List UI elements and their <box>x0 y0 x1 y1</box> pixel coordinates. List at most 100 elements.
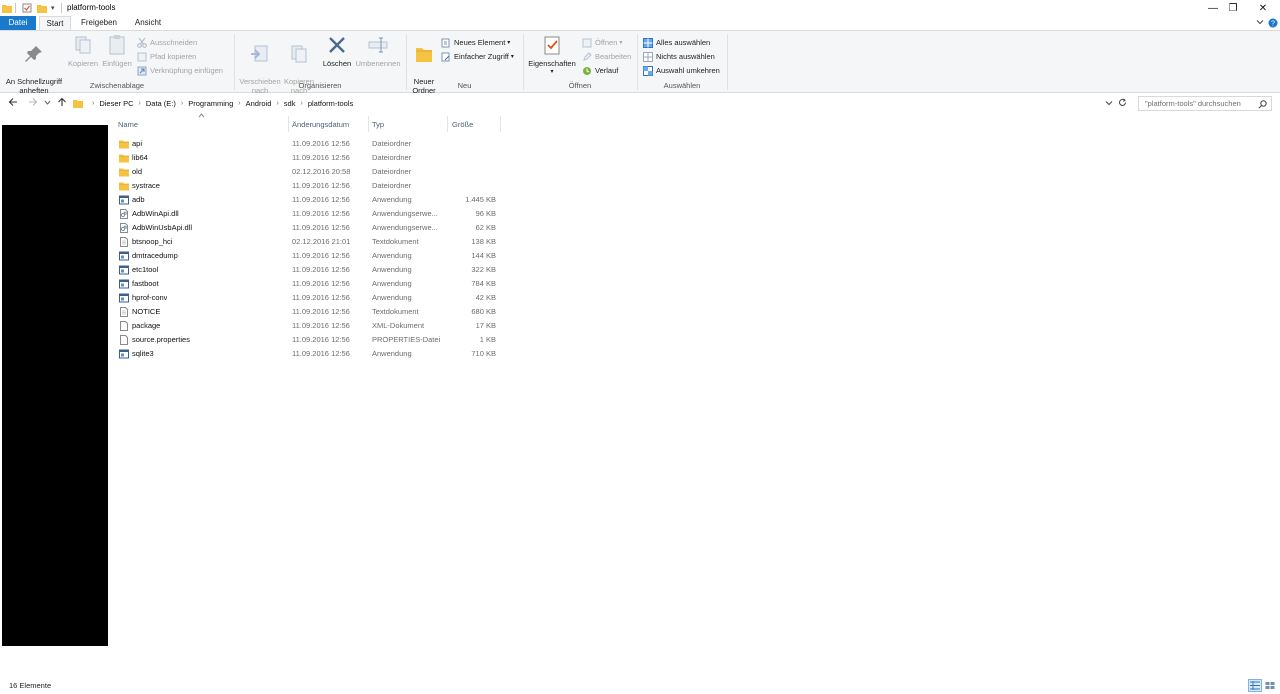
file-row[interactable]: AdbWinUsbApi.dll 11.09.2016 12:56 Anwendun… <box>116 221 500 235</box>
copy-to-icon <box>291 45 307 63</box>
file-type: Anwendungserwe... <box>372 209 438 218</box>
folder-icon <box>119 167 129 177</box>
properties-button[interactable]: Eigenschaften ▾ <box>526 34 578 77</box>
file-date: 11.09.2016 12:56 <box>292 279 350 288</box>
breadcrumb-programming[interactable]: Programming <box>188 99 233 108</box>
file-row[interactable]: source.properties 11.09.2016 12:56 PROPERT… <box>116 333 500 347</box>
paste-shortcut-icon <box>137 66 147 75</box>
breadcrumb-this-pc[interactable]: Dieser PC <box>99 99 133 108</box>
column-header-size[interactable]: Größe <box>452 116 473 132</box>
tab-file[interactable]: Datei <box>0 16 36 30</box>
breadcrumb-separator-icon[interactable]: › <box>300 100 302 107</box>
folder-icon <box>119 153 129 163</box>
rename-button[interactable]: Umbenennen <box>353 34 403 68</box>
folder-icon <box>119 139 129 149</box>
file-size: 1 KB <box>479 335 496 344</box>
file-size: 17 KB <box>475 321 496 330</box>
paste-label: Einfügen <box>102 59 132 68</box>
breadcrumb-separator-icon[interactable]: › <box>276 100 278 107</box>
open-button[interactable]: Öffnen ▾ <box>582 36 622 49</box>
address-history-chevron-icon[interactable] <box>1105 99 1113 110</box>
breadcrumb-separator-icon[interactable]: › <box>238 100 240 107</box>
cut-button[interactable]: Ausschneiden <box>137 36 197 49</box>
breadcrumb-android[interactable]: Android <box>246 99 272 108</box>
file-row[interactable]: lib64 11.09.2016 12:56 Dateiordner <box>116 151 500 165</box>
pin-icon <box>25 46 42 62</box>
file-row[interactable]: sqlite3 11.09.2016 12:56 Anwendung 710 KB <box>116 347 500 361</box>
address-bar[interactable]: › Dieser PC › Data (E:) › Programming › … <box>70 96 1130 111</box>
file-name: dmtracedump <box>132 251 178 260</box>
column-header-date[interactable]: Änderungsdatum <box>292 116 349 132</box>
search-icon[interactable] <box>1258 100 1267 111</box>
up-arrow-icon[interactable] <box>57 97 67 110</box>
select-none-button[interactable]: Nichts auswählen <box>643 50 715 63</box>
column-divider[interactable] <box>368 116 369 132</box>
invert-selection-button[interactable]: Auswahl umkehren <box>643 64 720 77</box>
breadcrumb-drive[interactable]: Data (E:) <box>146 99 176 108</box>
file-row[interactable]: hprof-conv 11.09.2016 12:56 Anwendung 42 KB <box>116 291 500 305</box>
file-row[interactable]: adb 11.09.2016 12:56 Anwendung 1.445 KB <box>116 193 500 207</box>
file-row[interactable]: old 02.12.2016 20:58 Dateiordner <box>116 165 500 179</box>
column-divider[interactable] <box>500 116 501 132</box>
properties-label: Eigenschaften <box>528 59 576 68</box>
details-view-icon[interactable] <box>1248 679 1262 692</box>
file-type: Dateiordner <box>372 153 412 162</box>
copy-button[interactable]: Kopieren <box>66 34 100 68</box>
properties-quick-icon[interactable] <box>22 2 32 14</box>
file-name: sqlite3 <box>132 349 154 358</box>
customize-toolbar-icon[interactable]: ▾ <box>51 2 55 14</box>
file-row[interactable]: etc1tool 11.09.2016 12:56 Anwendung 322 KB <box>116 263 500 277</box>
tab-start[interactable]: Start <box>39 16 71 30</box>
file-row[interactable]: btsnoop_hci 02.12.2016 21:01 Textdokument 1… <box>116 235 500 249</box>
new-folder-quick-icon[interactable] <box>37 2 47 14</box>
column-header-name[interactable]: Name <box>118 116 138 132</box>
file-row[interactable]: dmtracedump 11.09.2016 12:56 Anwendung 144 … <box>116 249 500 263</box>
restore-button[interactable]: ❐ <box>1218 0 1248 16</box>
edit-button[interactable]: Bearbeiten <box>582 50 631 63</box>
forward-arrow-icon[interactable] <box>28 97 38 110</box>
file-row[interactable]: package 11.09.2016 12:56 XML-Dokument 17 KB <box>116 319 500 333</box>
recent-locations-chevron-icon[interactable] <box>44 99 51 108</box>
breadcrumb-separator-icon[interactable]: › <box>92 100 94 107</box>
file-size: 784 KB <box>471 279 496 288</box>
select-all-button[interactable]: Alles auswählen <box>643 36 710 49</box>
select-none-label: Nichts auswählen <box>656 52 715 61</box>
dll-icon <box>119 223 129 233</box>
large-icons-view-icon[interactable] <box>1263 679 1277 692</box>
history-button[interactable]: Verlauf <box>582 64 618 77</box>
breadcrumb-sdk[interactable]: sdk <box>284 99 296 108</box>
file-name: package <box>132 321 161 330</box>
back-arrow-icon[interactable] <box>8 97 18 110</box>
file-date: 11.09.2016 12:56 <box>292 251 350 260</box>
delete-button[interactable]: Löschen <box>320 34 354 68</box>
file-row[interactable]: AdbWinApi.dll 11.09.2016 12:56 Anwendungse… <box>116 207 500 221</box>
expand-ribbon-icon[interactable] <box>1256 18 1264 28</box>
close-button[interactable]: ✕ <box>1248 0 1278 16</box>
new-item-button[interactable]: Neues Element ▾ <box>441 36 510 49</box>
cut-label: Ausschneiden <box>150 38 198 47</box>
search-input[interactable]: "platform-tools" durchsuchen <box>1138 96 1272 111</box>
help-icon[interactable]: ? <box>1268 18 1278 30</box>
status-item-count: 16 Elemente <box>9 681 52 690</box>
column-header-type[interactable]: Typ <box>372 116 384 132</box>
breadcrumb-separator-icon[interactable]: › <box>139 100 141 107</box>
easy-access-button[interactable]: Einfacher Zugriff ▾ <box>441 50 514 63</box>
file-row[interactable]: systrace 11.09.2016 12:56 Dateiordner <box>116 179 500 193</box>
column-divider[interactable] <box>288 116 289 132</box>
file-row[interactable]: fastboot 11.09.2016 12:56 Anwendung 784 KB <box>116 277 500 291</box>
file-size: 42 KB <box>475 293 496 302</box>
file-row[interactable]: NOTICE 11.09.2016 12:56 Textdokument 680 KB <box>116 305 500 319</box>
tab-share[interactable]: Freigeben <box>76 16 122 30</box>
file-size: 62 KB <box>475 223 496 232</box>
breadcrumb-separator-icon[interactable]: › <box>181 100 183 107</box>
breadcrumb-platform-tools[interactable]: platform-tools <box>308 99 353 108</box>
tab-view[interactable]: Ansicht <box>128 16 168 30</box>
file-type: Textdokument <box>372 237 419 246</box>
copy-path-button[interactable]: Pfad kopieren <box>137 50 196 63</box>
file-row[interactable]: api 11.09.2016 12:56 Dateiordner <box>116 137 500 151</box>
column-divider[interactable] <box>447 116 448 132</box>
paste-button[interactable]: Einfügen <box>100 34 134 68</box>
paste-shortcut-button[interactable]: Verknüpfung einfügen <box>137 64 223 77</box>
refresh-icon[interactable] <box>1118 98 1127 110</box>
copy-label: Kopieren <box>67 59 99 68</box>
